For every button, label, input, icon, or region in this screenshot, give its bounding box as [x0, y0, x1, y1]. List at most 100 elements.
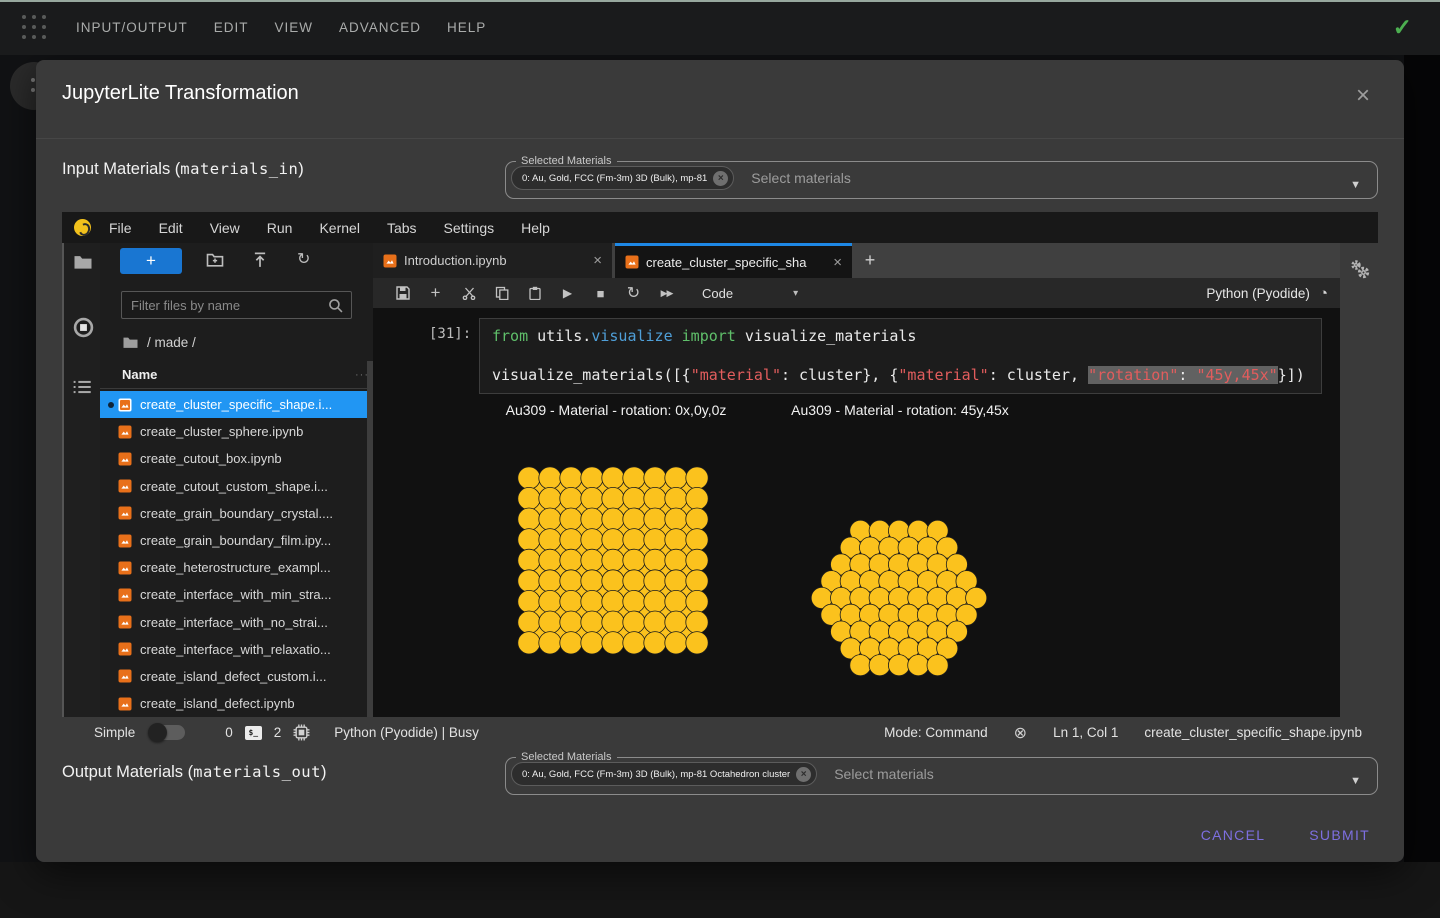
select-placeholder: Select materials: [751, 170, 851, 186]
jupyter-menubar: File Edit View Run Kernel Tabs Settings …: [62, 212, 1378, 243]
run-all-icon[interactable]: ▶▶: [659, 288, 674, 299]
code-editor[interactable]: from utils.visualize import visualize_ma…: [479, 318, 1322, 394]
menu-help[interactable]: HELP: [447, 20, 486, 35]
new-folder-icon[interactable]: [206, 252, 224, 267]
output-title: Au309 - Material - rotation: 45y,45x: [791, 402, 1009, 418]
run-icon[interactable]: ▶: [560, 286, 575, 300]
close-icon[interactable]: ×: [833, 254, 842, 271]
backdrop-bottom: [0, 862, 1440, 918]
menu-view[interactable]: VIEW: [275, 20, 314, 35]
folder-icon: [122, 335, 139, 349]
chip-delete-icon[interactable]: ×: [713, 171, 728, 186]
refresh-icon[interactable]: ↻: [297, 249, 310, 269]
close-icon[interactable]: ×: [1356, 84, 1370, 108]
cell-type-dropdown[interactable]: Code: [702, 286, 733, 301]
tab-create-cluster-specific-shape[interactable]: create_cluster_specific_sha ×: [615, 243, 852, 278]
output-materials-select[interactable]: Selected Materials 0: Au, Gold, FCC (Fm-…: [505, 751, 1378, 795]
status-bar: Simple 0 $_ 2 Python (Pyodide) | Busy Mo…: [62, 717, 1378, 748]
trust-icon[interactable]: ⊗: [1014, 723, 1027, 743]
menu-edit[interactable]: EDIT: [214, 20, 249, 35]
input-materials-select[interactable]: Selected Materials 0: Au, Gold, FCC (Fm-…: [505, 155, 1378, 199]
submit-button[interactable]: SUBMIT: [1297, 819, 1382, 851]
simple-toggle[interactable]: [149, 725, 185, 740]
cancel-button[interactable]: CANCEL: [1189, 819, 1278, 851]
upload-icon[interactable]: [252, 252, 268, 268]
file-row[interactable]: create_island_defect_custom.i...: [100, 663, 373, 690]
chip-delete-icon[interactable]: ×: [796, 767, 811, 782]
running-kernels-icon[interactable]: [73, 317, 94, 338]
add-cell-icon[interactable]: +: [428, 283, 443, 303]
file-row[interactable]: create_heterostructure_exampl...: [100, 554, 373, 581]
kernel-chip-icon[interactable]: [293, 724, 310, 741]
file-list-header[interactable]: Name ▲ ···: [100, 361, 373, 389]
cluster-square-svg: [516, 466, 710, 656]
check-icon[interactable]: ✓: [1393, 14, 1412, 41]
jmenu-settings[interactable]: Settings: [444, 220, 495, 236]
file-row[interactable]: create_grain_boundary_film.ipy...: [100, 527, 373, 554]
jmenu-kernel[interactable]: Kernel: [319, 220, 359, 236]
file-row[interactable]: create_cutout_box.ipynb: [100, 445, 373, 472]
top-app-bar: INPUT/OUTPUT EDIT VIEW ADVANCED HELP ✓: [0, 0, 1440, 55]
jmenu-view[interactable]: View: [210, 220, 240, 236]
terminal-count[interactable]: 0: [225, 725, 233, 740]
caret-down-icon[interactable]: ▼: [1350, 775, 1361, 787]
new-launcher-button[interactable]: +: [120, 248, 182, 274]
menu-input-output[interactable]: INPUT/OUTPUT: [76, 20, 188, 35]
tab-introduction[interactable]: Introduction.ipynb ×: [373, 243, 612, 278]
table-of-contents-icon[interactable]: [73, 379, 92, 395]
notebook-icon: [118, 534, 132, 548]
file-row[interactable]: create_island_defect.ipynb: [100, 690, 373, 717]
dirty-dot: [108, 402, 114, 408]
kernel-name-button[interactable]: Python (Pyodide): [1206, 286, 1310, 301]
settings-gears-icon[interactable]: [1348, 257, 1372, 281]
simple-label: Simple: [94, 725, 135, 740]
notebook-icon: [118, 425, 132, 439]
jmenu-run[interactable]: Run: [267, 220, 293, 236]
copy-icon[interactable]: [494, 286, 509, 300]
material-chip[interactable]: 0: Au, Gold, FCC (Fm-3m) 3D (Bulk), mp-8…: [511, 166, 734, 190]
jupyterlite-transformation-dialog: JupyterLite Transformation × Input Mater…: [36, 60, 1404, 862]
notebook-icon: [118, 588, 132, 602]
file-browser-tab-icon[interactable]: [73, 253, 93, 270]
caret-down-icon[interactable]: ▾: [793, 288, 798, 299]
mode-indicator: Mode: Command: [884, 725, 988, 740]
cut-icon[interactable]: [461, 286, 476, 300]
menu-advanced[interactable]: ADVANCED: [339, 20, 421, 35]
close-icon[interactable]: ×: [593, 252, 602, 269]
save-icon[interactable]: [395, 286, 410, 300]
jmenu-tabs[interactable]: Tabs: [387, 220, 417, 236]
restart-kernel-icon[interactable]: ↻: [626, 283, 641, 303]
file-row[interactable]: create_interface_with_relaxatio...: [100, 636, 373, 663]
notebook-icon: [625, 255, 639, 269]
file-row[interactable]: create_cluster_specific_shape.i...: [100, 391, 373, 418]
file-row[interactable]: create_grain_boundary_crystal....: [100, 500, 373, 527]
caret-down-icon[interactable]: ▼: [1350, 179, 1361, 191]
file-row[interactable]: create_interface_with_no_strai...: [100, 609, 373, 636]
file-row[interactable]: create_cutout_custom_shape.i...: [100, 473, 373, 500]
notebook-icon: [118, 669, 132, 683]
tab-bar: Introduction.ipynb × create_cluster_spec…: [373, 243, 1340, 278]
kernel-count[interactable]: 2: [274, 725, 282, 740]
stop-icon[interactable]: ■: [593, 286, 608, 301]
filter-box: [121, 291, 352, 319]
active-filename: create_cluster_specific_shape.ipynb: [1144, 725, 1362, 740]
filter-files-input[interactable]: [122, 298, 328, 313]
terminal-icon[interactable]: $_: [245, 726, 262, 740]
jmenu-help[interactable]: Help: [521, 220, 550, 236]
add-tab-icon[interactable]: +: [855, 243, 885, 278]
notebook-icon: [118, 479, 132, 493]
apps-grid-icon[interactable]: [22, 15, 48, 41]
screen: INPUT/OUTPUT EDIT VIEW ADVANCED HELP ✓ J…: [0, 0, 1440, 918]
main-dock: Introduction.ipynb × create_cluster_spec…: [373, 243, 1340, 717]
paste-icon[interactable]: [527, 286, 542, 300]
breadcrumb[interactable]: / made /: [122, 331, 196, 353]
file-row[interactable]: create_interface_with_min_stra...: [100, 581, 373, 608]
execution-count: [31]:: [429, 326, 471, 342]
search-icon: [328, 298, 343, 313]
material-chip[interactable]: 0: Au, Gold, FCC (Fm-3m) 3D (Bulk), mp-8…: [511, 762, 817, 786]
jmenu-edit[interactable]: Edit: [159, 220, 183, 236]
file-row[interactable]: create_cluster_sphere.ipynb: [100, 418, 373, 445]
divider: [36, 138, 1404, 139]
cursor-position[interactable]: Ln 1, Col 1: [1053, 725, 1118, 740]
jmenu-file[interactable]: File: [109, 220, 132, 236]
